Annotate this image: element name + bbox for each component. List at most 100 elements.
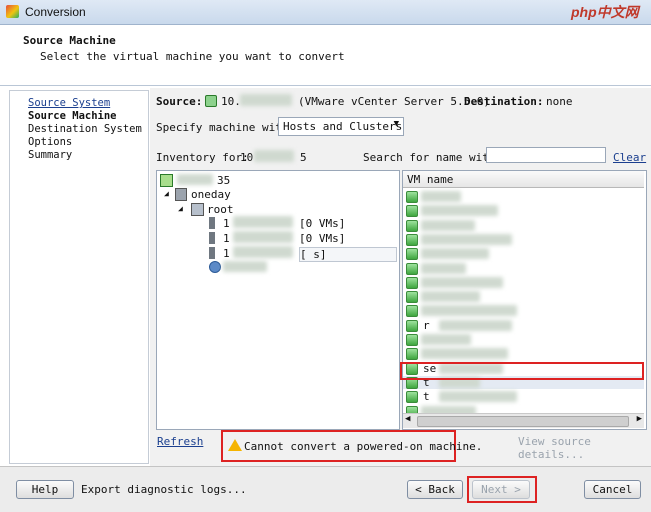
vm-name: r [423,318,430,332]
vm-list-item[interactable]: t [403,390,644,404]
vm-list-item[interactable] [403,219,644,232]
specify-selected: Hosts and Clusters [283,120,403,133]
resource-pool-icon [209,261,221,273]
step-options: Options [28,136,73,148]
vm-list-item[interactable]: r [403,319,644,332]
app-icon [6,5,19,18]
redacted-host [233,231,293,243]
cancel-button[interactable]: Cancel [584,480,641,499]
tree-host-count: [0 VMs] [299,232,346,245]
source-label: Source: [156,95,203,108]
redacted-vm-name [421,262,466,274]
vm-icon [406,334,418,346]
redacted-source [240,94,292,106]
destination-value: none [546,95,573,108]
vm-list-item[interactable] [403,347,644,361]
vm-icon [406,233,418,246]
vm-list-header[interactable]: VM name [403,171,644,188]
vm-list-item[interactable] [403,247,644,261]
tree-host-name[interactable]: 1 [223,217,230,230]
vcenter-icon [160,174,173,187]
search-label: Search for name with: [363,151,503,164]
scrollbar-thumb[interactable] [417,416,629,427]
page-subtitle: Select the virtual machine you want to c… [40,50,345,63]
vm-icon [406,305,418,318]
vm-list-column-header: VM name [407,173,454,186]
redacted-root [177,174,213,185]
redacted-vm-name [421,305,517,317]
vm-list-item[interactable] [403,333,644,346]
vm-icon [406,262,418,275]
vm-icon [406,219,418,232]
tree-host-name[interactable]: 1 [223,232,230,245]
step-source-machine: Source Machine [28,110,117,122]
scroll-right-icon[interactable]: ▶ [637,414,642,424]
wizard-steps: Source System Source Machine Destination… [9,90,149,464]
redacted-vm-name [421,291,480,303]
selected-vm-highlight [400,362,644,380]
vm-list-item[interactable] [403,304,644,318]
warning-icon [228,439,242,451]
horizontal-scrollbar[interactable]: ◀ ▶ [403,413,644,428]
redacted-host [233,246,293,258]
tree-cluster[interactable]: root [207,203,234,216]
host-icon [209,217,215,229]
search-input[interactable] [486,147,606,163]
redacted-vm-name [421,191,461,202]
tree-host-name[interactable]: 1 [223,247,230,260]
vm-icon [406,276,418,289]
destination-label: Destination: [464,95,544,108]
redacted-vm-name [421,233,512,245]
window-titlebar: Conversion php中文网 [0,0,651,25]
specify-dropdown[interactable]: Hosts and Clusters ▼ [278,117,404,136]
vm-list-item[interactable] [403,233,644,246]
vm-list-item[interactable] [403,204,644,218]
vm-list-item[interactable] [403,262,644,275]
vm-icon [406,191,418,203]
redacted-vm-name [439,391,517,403]
collapse-icon[interactable]: ◢ [178,204,183,213]
vcenter-icon [205,95,217,107]
inventory-tree[interactable]: 35 ◢ oneday ◢ root 1 [0 VMs] 1 [0 VMs] 1… [156,170,400,430]
inventory-label: Inventory for: [156,151,249,164]
scroll-left-icon[interactable]: ◀ [405,414,410,424]
vm-icon [406,391,418,404]
redacted-inventory [254,150,294,162]
help-button[interactable]: Help [16,480,74,499]
page-title: Source Machine [23,34,116,47]
vm-icon [406,248,418,261]
view-source-details-link: View source details... [518,435,591,461]
export-logs-link[interactable]: Export diagnostic logs... [81,483,247,496]
error-message: Cannot convert a powered-on machine. [244,440,483,453]
redacted-vm-name [421,334,471,345]
specify-label: Specify machine with: [156,121,296,134]
step-summary: Summary [28,149,73,161]
vm-icon [406,348,418,361]
vm-icon [406,205,418,218]
back-button[interactable]: < Back [407,480,463,499]
redacted-vm-name [439,319,512,331]
tree-root[interactable]: 35 [217,174,230,187]
vm-name: t [423,390,430,404]
redacted-vm-name [421,205,498,217]
tree-datacenter[interactable]: oneday [191,188,231,201]
refresh-link[interactable]: Refresh [157,435,203,448]
step-destination-system: Destination System [28,123,142,135]
step-source-system[interactable]: Source System [28,97,110,109]
redacted-vm-name [421,219,475,231]
redacted-vm-name [421,248,489,260]
tree-host-count: [ s] [299,247,397,262]
vm-list[interactable]: VM name r se t t ◀ ▶ [402,170,647,430]
next-highlight [467,476,537,503]
redacted-vm-name [421,276,503,288]
clear-link[interactable]: Clear [613,151,646,164]
chevron-down-icon: ▼ [393,119,399,129]
vm-list-item[interactable] [403,290,644,304]
collapse-icon[interactable]: ◢ [164,189,169,198]
source-value: 10. [221,95,241,108]
vm-list-item[interactable] [403,190,644,203]
vm-icon [406,291,418,304]
host-icon [209,247,215,259]
redacted-pool [223,261,267,272]
vm-list-item[interactable] [403,276,644,289]
